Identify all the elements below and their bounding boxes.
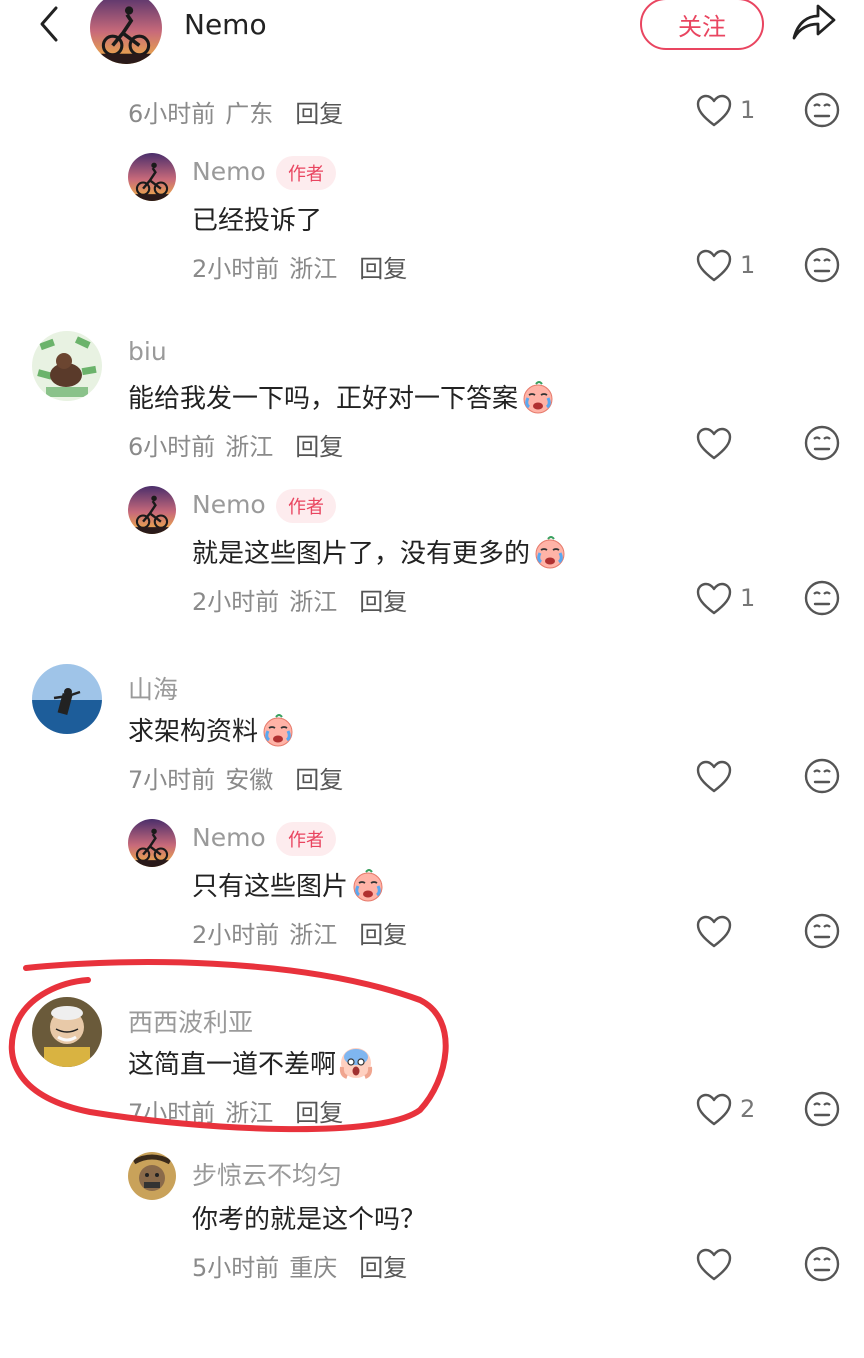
author-badge: 作者 [276, 489, 336, 523]
reply-button[interactable]: 回复 [359, 1254, 407, 1282]
comment-meta: 7小时前 安徽 回复 [128, 760, 343, 795]
reply-button[interactable]: 回复 [295, 1099, 343, 1127]
comment-username[interactable]: Nemo [192, 490, 266, 519]
comment-meta: 2小时前 浙江 回复 [192, 582, 407, 617]
like-count: 1 [740, 96, 756, 124]
header-bar: Nemo 关注 [0, 0, 864, 64]
comment-time: 5小时前 [192, 1254, 280, 1282]
comment-meta: 5小时前 重庆 回复 [192, 1248, 407, 1283]
comment-location: 浙江 [225, 433, 274, 461]
comment-text[interactable]: 你考的就是这个吗？ [192, 1199, 426, 1236]
comment-location: 浙江 [289, 588, 338, 616]
author-badge: 作者 [276, 822, 336, 856]
comment-time: 6小时前 [128, 433, 216, 461]
author-name[interactable]: Nemo [184, 8, 267, 41]
comment-meta: 2小时前 浙江 回复 [192, 249, 407, 284]
crying-emoji [260, 712, 296, 748]
dislike-face-icon[interactable] [804, 1246, 840, 1282]
author-badge: 作者 [276, 156, 336, 190]
comment-meta: 2小时前 浙江 回复 [192, 915, 407, 950]
comment-username[interactable]: biu [128, 337, 167, 366]
comment-time: 6小时前 [128, 100, 216, 128]
shocked-emoji [338, 1045, 374, 1081]
comment-meta: 6小时前 广东 回复 [128, 94, 343, 129]
comment-username[interactable]: 山海 [128, 670, 178, 706]
comment-text[interactable]: 求架构资料 [128, 711, 296, 748]
dislike-face-icon[interactable] [804, 425, 840, 461]
comment-location: 广东 [225, 100, 274, 128]
comment-location: 重庆 [289, 1254, 338, 1282]
avatar[interactable] [128, 819, 176, 867]
dislike-face-icon[interactable] [804, 913, 840, 949]
heart-icon[interactable] [696, 94, 732, 128]
dislike-face-icon[interactable] [804, 92, 840, 128]
comment-location: 安徽 [225, 766, 274, 794]
heart-icon[interactable] [696, 427, 732, 461]
comment-username[interactable]: Nemo [192, 157, 266, 186]
comment-text[interactable]: 这简直一道不差啊 [128, 1044, 374, 1081]
like-count: 2 [740, 1095, 756, 1123]
comment-time: 2小时前 [192, 255, 280, 283]
avatar[interactable] [128, 486, 176, 534]
comment-time: 7小时前 [128, 1099, 216, 1127]
author-avatar[interactable] [90, 0, 162, 64]
reply-button[interactable]: 回复 [295, 100, 343, 128]
comment-location: 浙江 [289, 921, 338, 949]
dislike-face-icon[interactable] [804, 247, 840, 283]
reply-button[interactable]: 回复 [295, 766, 343, 794]
avatar[interactable] [32, 664, 102, 734]
crying-emoji [520, 379, 556, 415]
like-count: 1 [740, 251, 756, 279]
reply-button[interactable]: 回复 [359, 588, 407, 616]
comment-text[interactable]: 能给我发一下吗，正好对一下答案 [128, 378, 556, 415]
like-count: 1 [740, 584, 756, 612]
comment-time: 2小时前 [192, 588, 280, 616]
avatar[interactable] [32, 331, 102, 401]
comment-location: 浙江 [289, 255, 338, 283]
reply-button[interactable]: 回复 [295, 433, 343, 461]
comment-meta: 7小时前 浙江 回复 [128, 1093, 343, 1128]
comment-time: 7小时前 [128, 766, 216, 794]
dislike-face-icon[interactable] [804, 580, 840, 616]
heart-icon[interactable] [696, 1093, 732, 1127]
crying-emoji [350, 867, 386, 903]
comment-username[interactable]: 西西波利亚 [128, 1003, 253, 1039]
dislike-face-icon[interactable] [804, 1091, 840, 1127]
comment-text[interactable]: 已经投诉了 [192, 200, 322, 237]
heart-icon[interactable] [696, 915, 732, 949]
heart-icon[interactable] [696, 249, 732, 283]
comment-text[interactable]: 只有这些图片 [192, 866, 386, 903]
follow-button[interactable]: 关注 [640, 0, 764, 50]
share-icon[interactable] [790, 0, 838, 44]
dislike-face-icon[interactable] [804, 758, 840, 794]
comment-username[interactable]: Nemo [192, 823, 266, 852]
crying-emoji [532, 534, 568, 570]
back-arrow-icon[interactable] [30, 4, 70, 44]
avatar[interactable] [32, 997, 102, 1067]
avatar[interactable] [128, 153, 176, 201]
reply-button[interactable]: 回复 [359, 921, 407, 949]
reply-button[interactable]: 回复 [359, 255, 407, 283]
heart-icon[interactable] [696, 582, 732, 616]
heart-icon[interactable] [696, 760, 732, 794]
comment-username[interactable]: 步惊云不均匀 [192, 1156, 342, 1192]
heart-icon[interactable] [696, 1248, 732, 1282]
comment-location: 浙江 [225, 1099, 274, 1127]
comment-meta: 6小时前 浙江 回复 [128, 427, 343, 462]
comment-time: 2小时前 [192, 921, 280, 949]
comment-text[interactable]: 就是这些图片了，没有更多的 [192, 533, 568, 570]
avatar[interactable] [128, 1152, 176, 1200]
